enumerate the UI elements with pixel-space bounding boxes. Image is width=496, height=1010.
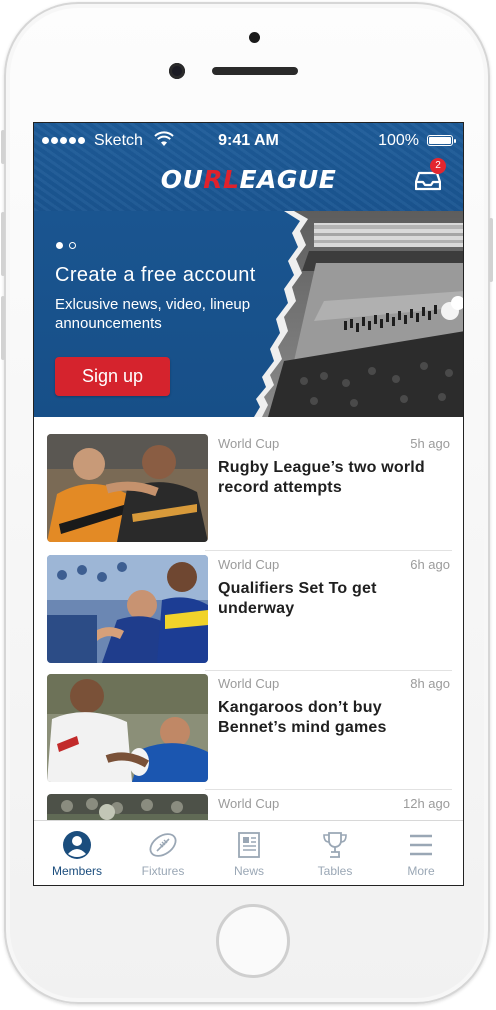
proximity-sensor	[249, 32, 260, 43]
notification-badge: 2	[430, 158, 446, 174]
sign-up-button[interactable]: Sign up	[55, 357, 170, 396]
inbox-icon[interactable]	[415, 171, 441, 191]
app-screen: Sketch 9:41 AM 100% OURLEAGUE 2 Create a…	[33, 122, 464, 886]
news-headline[interactable]: Qualifiers Set To get underway	[218, 579, 454, 619]
signup-banner: Create a free account Exlcusive news, vi…	[34, 211, 463, 417]
tab-label: More	[407, 864, 435, 878]
volume-up-button	[1, 212, 5, 276]
menu-icon	[410, 834, 432, 856]
tab-more[interactable]: More	[378, 821, 463, 885]
news-thumbnail	[47, 674, 208, 782]
news-timestamp: 6h ago	[410, 557, 450, 572]
banner-subtitle: Exlcusive news, video, lineup announceme…	[55, 296, 251, 332]
news-list: World Cup 5h ago Rugby League’s two worl…	[34, 417, 463, 885]
status-bar: Sketch 9:41 AM 100%	[34, 131, 463, 151]
logo-accent: RL	[203, 165, 240, 194]
tab-tables[interactable]: Tables	[292, 821, 378, 885]
app-header: Sketch 9:41 AM 100% OURLEAGUE 2	[34, 123, 463, 211]
news-thumbnail	[47, 434, 208, 542]
bottom-tab-bar: Members Fixtures News Tables More	[34, 820, 463, 885]
earpiece-speaker	[212, 67, 298, 75]
news-headline[interactable]: Rugby League’s two world record attempts	[218, 458, 454, 498]
power-button	[489, 218, 493, 282]
newspaper-icon	[238, 832, 260, 858]
divider	[205, 550, 452, 551]
news-category: World Cup	[218, 436, 280, 451]
tab-fixtures[interactable]: Fixtures	[120, 821, 206, 885]
news-headline[interactable]: Kangaroos don’t buy Bennet’s mind games	[218, 698, 454, 738]
news-category: World Cup	[218, 676, 280, 691]
front-camera	[169, 63, 185, 79]
user-icon	[63, 831, 91, 859]
stadium-photo	[254, 211, 463, 417]
carousel-dot-active[interactable]	[56, 242, 63, 249]
news-thumbnail	[47, 555, 208, 663]
mute-switch	[1, 130, 5, 164]
logo-suffix: EAGUE	[239, 165, 337, 194]
battery-icon	[427, 135, 456, 146]
divider	[205, 789, 452, 790]
carousel-dot[interactable]	[69, 242, 76, 249]
news-item[interactable]: World Cup 5h ago Rugby League’s two worl…	[47, 434, 452, 542]
football-icon	[149, 833, 177, 857]
news-timestamp: 5h ago	[410, 436, 450, 451]
trophy-icon	[323, 832, 347, 858]
carousel-pagination[interactable]	[56, 242, 76, 249]
news-item[interactable]: World Cup 8h ago Kangaroos don’t buy Ben…	[47, 674, 452, 782]
tab-label: Members	[51, 864, 102, 878]
home-button[interactable]	[216, 904, 290, 978]
banner-title: Create a free account	[55, 264, 256, 286]
news-timestamp: 8h ago	[410, 676, 450, 691]
app-logo: OURLEAGUE	[34, 165, 463, 194]
battery-percentage: 100%	[378, 132, 419, 149]
tab-label: Tables	[317, 864, 353, 878]
tab-label: Fixtures	[141, 864, 185, 878]
divider	[205, 670, 452, 671]
tab-label: News	[233, 864, 264, 878]
news-category: World Cup	[218, 557, 280, 572]
logo-prefix: OU	[160, 165, 204, 194]
volume-down-button	[1, 296, 5, 360]
news-category: World Cup	[218, 796, 280, 811]
news-item[interactable]: World Cup 6h ago Qualifiers Set To get u…	[47, 555, 452, 663]
tab-members[interactable]: Members	[34, 821, 120, 885]
news-timestamp: 12h ago	[403, 796, 450, 811]
tab-news[interactable]: News	[206, 821, 292, 885]
